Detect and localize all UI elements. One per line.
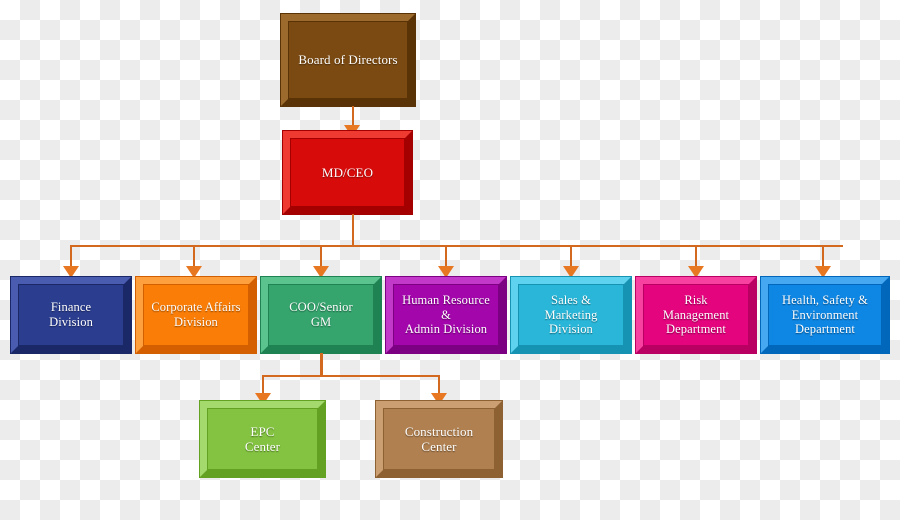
node-epc-center-label: EPC Center xyxy=(244,423,281,454)
node-corporate-affairs-division[interactable]: Corporate Affairs Division xyxy=(136,277,256,353)
node-board-of-directors-label: Board of Directors xyxy=(298,52,398,68)
node-construction-center[interactable]: Construction Center xyxy=(376,401,502,477)
node-md-ceo[interactable]: MD/CEO xyxy=(283,131,412,214)
node-sales-marketing-division-label: Sales & Marketing Division xyxy=(544,292,598,337)
node-health-safety-environment-department[interactable]: Health, Safety & Environment Department xyxy=(761,277,889,353)
node-human-resource-admin-division-label: Human Resource & Admin Division xyxy=(402,292,490,337)
node-risk-management-department-label: Risk Management Department xyxy=(662,292,730,337)
node-board-of-directors[interactable]: Board of Directors xyxy=(281,14,415,106)
node-finance-division[interactable]: Finance Division xyxy=(11,277,131,353)
node-human-resource-admin-division[interactable]: Human Resource & Admin Division xyxy=(386,277,506,353)
node-epc-center[interactable]: EPC Center xyxy=(200,401,325,477)
node-corporate-affairs-division-label: Corporate Affairs Division xyxy=(151,300,241,329)
node-coo-senior-gm-label: COO/Senior GM xyxy=(289,300,353,329)
node-md-ceo-label: MD/CEO xyxy=(321,164,374,180)
connector-bus-level4 xyxy=(262,375,439,377)
node-finance-division-label: Finance Division xyxy=(49,300,93,329)
org-chart-canvas: Board of Directors MD/CEO Finance Divisi… xyxy=(0,0,900,520)
node-construction-center-label: Construction Center xyxy=(404,423,474,454)
node-health-safety-environment-department-label: Health, Safety & Environment Department xyxy=(782,292,868,337)
connector-bus-level3 xyxy=(70,245,843,247)
node-coo-senior-gm[interactable]: COO/Senior GM xyxy=(261,277,381,353)
connector-coo-to-bus xyxy=(320,353,323,376)
node-sales-marketing-division[interactable]: Sales & Marketing Division xyxy=(511,277,631,353)
node-risk-management-department[interactable]: Risk Management Department xyxy=(636,277,756,353)
connector-ceo-to-bus xyxy=(352,214,354,246)
